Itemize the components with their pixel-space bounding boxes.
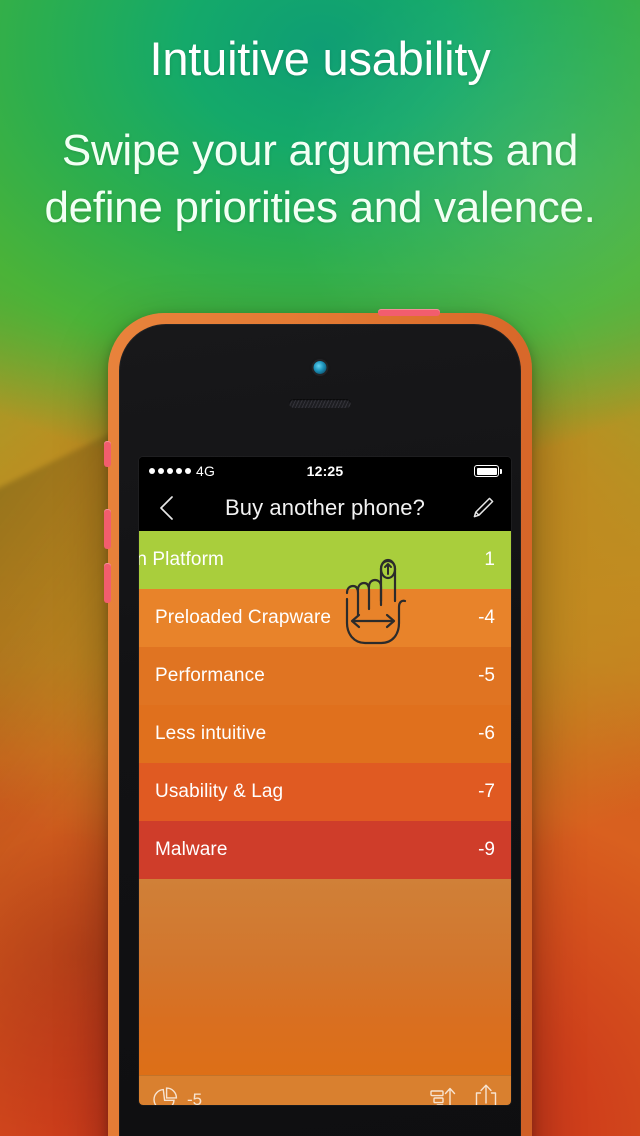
bottom-toolbar: -5 [139,1075,511,1105]
phone-screen: 4G 12:25 Buy another phone? n Platform 1… [139,457,511,1105]
row-label: Usability & Lag [155,781,284,802]
empty-list-area [139,879,511,1075]
table-row[interactable]: pen Platform 1 [139,531,511,589]
table-row[interactable]: Malware -9 [139,821,511,879]
page-title: Buy another phone? [225,495,425,520]
score-summary[interactable]: -5 [151,1086,202,1105]
front-camera-icon [313,361,327,374]
pencil-icon [473,497,494,518]
toolbar-actions [429,1083,499,1105]
table-row[interactable]: Performance -5 [139,647,511,705]
row-label: Less intuitive [155,723,267,744]
table-row[interactable]: Less intuitive -6 [139,705,511,763]
argument-list: pen Platform 1 Preloaded Crapware -4 Perform… [139,531,511,879]
table-row[interactable]: Preloaded Crapware -4 [139,589,511,647]
volume-up-button[interactable] [104,509,111,549]
row-label: pen Platform [139,549,224,570]
promo-screenshot: Intuitive usability Swipe your arguments… [0,0,640,1136]
sort-button[interactable] [429,1083,457,1105]
row-score: 1 [484,549,495,570]
status-bar-right [474,465,502,477]
navigation-bar: Buy another phone? [139,485,511,531]
battery-tip-icon [500,468,502,474]
edit-button[interactable] [469,494,497,522]
earpiece-speaker [289,399,351,408]
total-score-label: -5 [187,1089,203,1106]
row-score: -6 [478,723,495,744]
mute-switch-button[interactable] [104,441,111,467]
row-label: Malware [155,839,228,860]
sort-ascending-icon [430,1087,456,1105]
table-row[interactable]: Usability & Lag -7 [139,763,511,821]
power-button[interactable] [378,309,440,316]
row-score: -7 [478,781,495,802]
share-button[interactable] [473,1083,499,1105]
row-label: Preloaded Crapware [155,607,332,628]
status-bar: 4G 12:25 [139,457,511,485]
row-score: -9 [478,839,495,860]
pie-chart-icon [153,1087,178,1105]
clock-label: 12:25 [306,463,344,479]
phone-front-face: 4G 12:25 Buy another phone? n Platform 1… [119,324,521,1136]
battery-icon [474,465,499,477]
row-score: -4 [478,607,495,628]
share-icon [475,1084,497,1105]
phone-device: 4G 12:25 Buy another phone? n Platform 1… [104,309,532,1136]
volume-down-button[interactable] [104,563,111,603]
row-label: Performance [155,665,265,686]
row-score: -5 [478,665,495,686]
